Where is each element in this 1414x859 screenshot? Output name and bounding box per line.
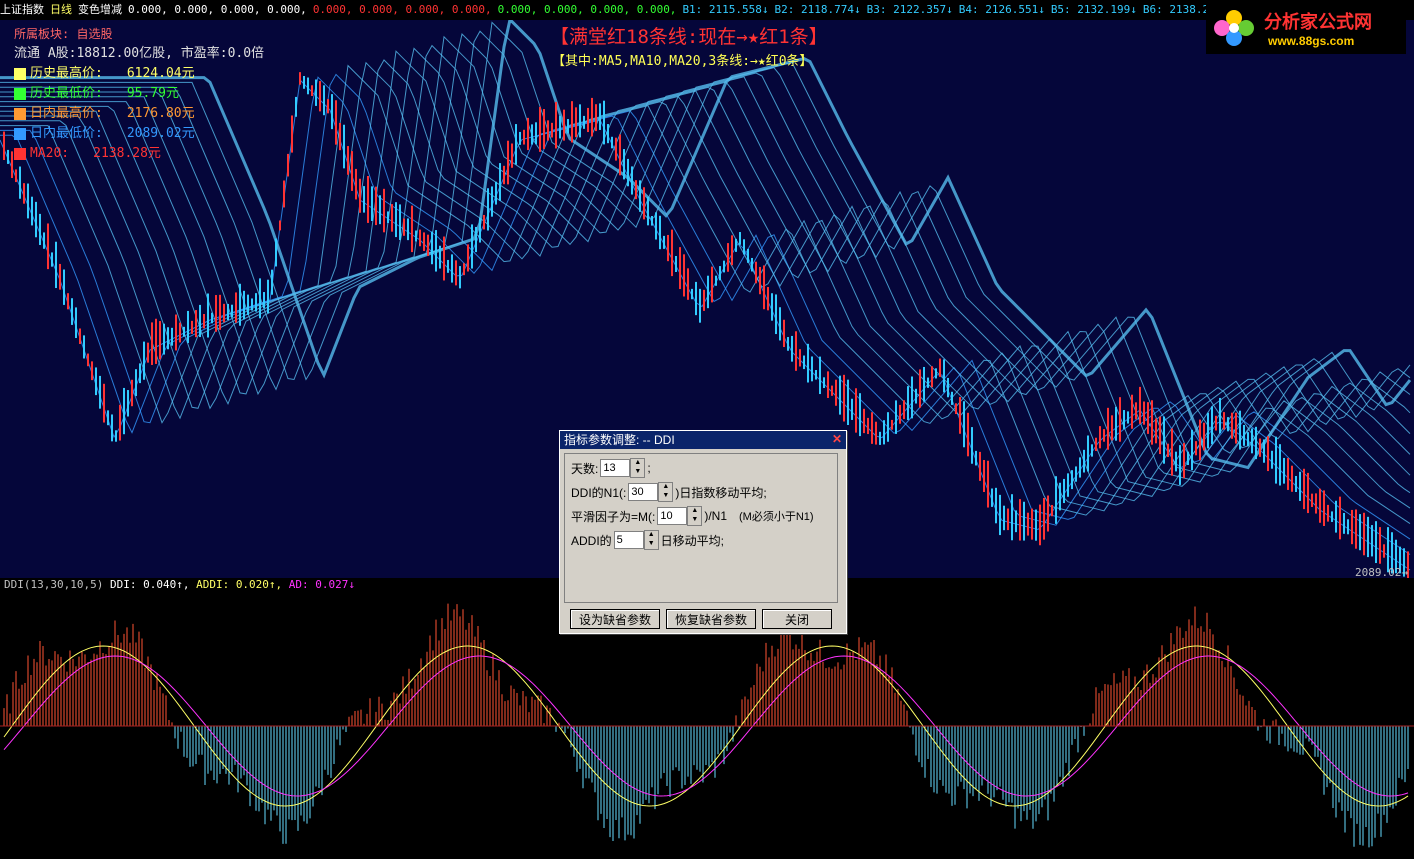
top-bar-item: 上证指数: [0, 3, 44, 16]
color-swatch: [14, 88, 26, 100]
headline: 【满堂红18条线:现在→★红1条】: [550, 26, 828, 48]
close-icon[interactable]: ✕: [830, 432, 844, 446]
n1-label: DDI的N1(:: [571, 485, 627, 500]
m-suffix: )/N1: [704, 509, 728, 523]
sector-label: 所属板块: 自选股: [14, 27, 113, 41]
info-row: 日内最高价: 2176.80元: [14, 104, 264, 124]
ddi-value: DDI: 0.040↑,: [109, 578, 190, 591]
color-swatch: [14, 68, 26, 80]
addi-stepper[interactable]: ▲▼: [613, 530, 659, 550]
indicator-label: DDI(13,30,10,5) DDI: 0.040↑, ADDI: 0.020…: [4, 578, 355, 591]
days-row: 天数: ▲▼ ;: [571, 458, 651, 478]
m-input[interactable]: [657, 507, 688, 525]
restore-default-button[interactable]: 恢复缺省参数: [666, 609, 757, 629]
m-note: (M必须小于N1): [739, 511, 814, 523]
days-input[interactable]: [600, 459, 631, 477]
n1-stepper[interactable]: ▲▼: [628, 482, 674, 502]
info-row: MA20: 2138.28元: [14, 144, 264, 164]
top-bar-item: 日线: [50, 3, 72, 16]
top-bar-item: 0.000, 0.000, 0.000, 0.000,: [312, 3, 492, 16]
down-arrow-icon[interactable]: ▼: [659, 492, 672, 501]
logo-brand: 分析家公式网: [1264, 12, 1372, 32]
days-suffix: ;: [647, 461, 651, 475]
dialog-title-bar[interactable]: 指标参数调整: -- DDI ✕: [560, 431, 846, 449]
info-row-value: 2176.80元: [126, 106, 195, 121]
logo: 分析家公式网 www.88gs.com: [1206, 2, 1406, 54]
indicator-params-dialog[interactable]: 指标参数调整: -- DDI ✕ 天数: ▲▼ ; DDI的N1(: ▲▼ )日…: [559, 430, 847, 634]
days-stepper[interactable]: ▲▼: [600, 458, 646, 478]
info-row-label: MA20:: [30, 146, 70, 161]
top-bar-item: 0.000, 0.000, 0.000, 0.000,: [128, 3, 307, 16]
m-row: 平滑因子为=M(: ▲▼ )/N1 (M必须小于N1): [571, 506, 814, 526]
stock-info-panel: 所属板块: 自选股 流通 A股:18812.00亿股, 市盈率:0.0倍 历史最…: [14, 24, 264, 164]
top-bar-item: B3: 2122.357↓: [866, 3, 953, 16]
n1-suffix: )日指数移动平均;: [675, 485, 767, 500]
addi-value: ADDI: 0.020↑,: [196, 578, 283, 591]
up-arrow-icon[interactable]: ▲: [659, 483, 672, 492]
circulation-text: 流通 A股:18812.00亿股, 市盈率:0.0倍: [14, 46, 265, 61]
down-arrow-icon[interactable]: ▼: [631, 468, 644, 477]
info-row: 历史最高价: 6124.04元: [14, 64, 264, 84]
top-bar-item: B4: 2126.551↓: [958, 3, 1045, 16]
subline: 【其中:MA5,MA10,MA20,3条线:→★红0条】: [552, 54, 813, 69]
ad-value: AD: 0.027↓: [288, 578, 356, 591]
info-row-label: 日内最高价:: [30, 106, 103, 121]
info-row-label: 历史最高价:: [30, 66, 103, 81]
info-row-value: 95.79元: [126, 86, 179, 101]
up-arrow-icon[interactable]: ▲: [631, 459, 644, 468]
addi-input[interactable]: [613, 531, 644, 549]
top-bar-item: B1: 2115.558↓: [682, 3, 769, 16]
days-label: 天数:: [571, 461, 599, 476]
n1-input[interactable]: [628, 483, 659, 501]
m-label: 平滑因子为=M(:: [571, 509, 656, 524]
top-bar-item: 0.000, 0.000, 0.000, 0.000,: [497, 3, 677, 16]
down-arrow-icon[interactable]: ▼: [688, 516, 701, 525]
top-bar-item: 变色增减: [78, 3, 122, 16]
info-row: 日内最低价: 2089.02元: [14, 124, 264, 144]
close-button[interactable]: 关闭: [762, 609, 833, 629]
info-row-value: 2138.28元: [93, 146, 161, 161]
dialog-title: 指标参数调整: -- DDI: [564, 433, 675, 447]
flower-logo-icon: [1214, 10, 1254, 46]
logo-url: www.88gs.com: [1268, 34, 1355, 48]
addi-label: ADDI的: [571, 533, 612, 548]
top-status-bar: 上证指数 日线 变色增减 0.000, 0.000, 0.000, 0.000, 0.0…: [0, 0, 1414, 20]
up-arrow-icon[interactable]: ▲: [688, 507, 701, 516]
info-row-value: 2089.02元: [126, 126, 195, 141]
color-swatch: [14, 148, 26, 160]
n1-row: DDI的N1(: ▲▼ )日指数移动平均;: [571, 482, 767, 502]
addi-suffix: 日移动平均;: [660, 533, 725, 548]
top-bar-item: B2: 2118.774↓: [774, 3, 861, 16]
top-bar-item: B5: 2132.199↓: [1050, 3, 1137, 16]
color-swatch: [14, 128, 26, 140]
indicator-name: DDI(13,30,10,5): [4, 578, 104, 591]
down-arrow-icon[interactable]: ▼: [645, 540, 658, 549]
info-row-value: 6124.04元: [126, 66, 195, 81]
set-default-button[interactable]: 设为缺省参数: [570, 609, 661, 629]
dialog-body: 天数: ▲▼ ; DDI的N1(: ▲▼ )日指数移动平均; 平滑因子为=M(:…: [564, 453, 838, 603]
m-stepper[interactable]: ▲▼: [657, 506, 703, 526]
color-swatch: [14, 108, 26, 120]
up-arrow-icon[interactable]: ▲: [645, 531, 658, 540]
info-row-label: 历史最低价:: [30, 86, 103, 101]
info-row: 历史最低价: 95.79元: [14, 84, 264, 104]
addi-row: ADDI的 ▲▼ 日移动平均;: [571, 530, 724, 550]
info-row-label: 日内最低价:: [30, 126, 103, 141]
